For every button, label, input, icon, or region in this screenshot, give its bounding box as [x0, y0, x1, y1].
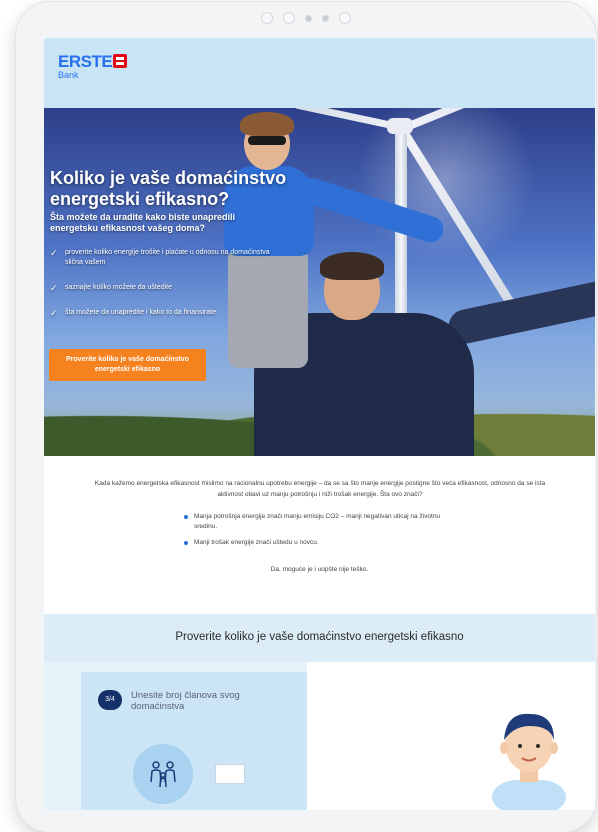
page-screen: ERSTE Bank Koliko je vaše domaćinstvo en…	[44, 38, 595, 810]
closing-text: Da, moguće je i uopšte nije teško.	[270, 566, 369, 573]
child-sunglasses	[248, 136, 286, 145]
logo-text: ERSTE	[58, 52, 113, 71]
advisor-avatar	[492, 713, 566, 810]
logo-sub: Bank	[58, 70, 79, 80]
benefits-list: Manja potrošnja energije znači manju emi…	[184, 512, 444, 554]
check-icon: ✓	[50, 248, 58, 258]
benefit-item-text: Manji trošak energije znači uštedu u nov…	[194, 539, 319, 546]
checklist-item: ✓ saznajte koliko možete da uštedite	[50, 283, 270, 293]
checklist-item: ✓ proverite koliko energije trošite i pla…	[50, 248, 270, 268]
logo-mark-icon	[113, 54, 128, 68]
erste-bank-logo[interactable]: ERSTE Bank	[58, 52, 128, 80]
check-efficiency-button[interactable]: Proverite koliko je vaše domaćinstvo ene…	[49, 349, 206, 381]
hero-section: Koliko je vaše domaćinstvo energetski ef…	[44, 108, 595, 456]
checklist-item: ✓ šta možete da unapredite i kako to da f…	[50, 308, 270, 318]
camera-dot	[339, 12, 351, 24]
man-arm	[445, 269, 595, 347]
camera-row	[16, 12, 596, 24]
checklist-item-text: proverite koliko energije trošite i plać…	[65, 249, 270, 266]
step-badge: 3/4	[98, 690, 122, 710]
checklist-item-text: šta možete da unapredite i kako to da fi…	[65, 309, 216, 316]
checklist-item-text: saznajte koliko možete da uštedite	[65, 284, 173, 291]
household-members-input[interactable]	[215, 764, 245, 784]
camera-dot	[283, 12, 295, 24]
hero-subtitle: Šta možete da uradite kako biste unapred…	[50, 212, 236, 233]
intro-paragraph: Kada kažemo energetska efikasnost mislim…	[94, 480, 546, 498]
hero-checklist: ✓ proverite koliko energije trošite i pla…	[50, 248, 270, 333]
benefit-item-text: Manja potrošnja energije znači manju emi…	[194, 513, 441, 530]
camera-dot	[261, 12, 273, 24]
family-icon	[133, 744, 193, 804]
camera-dot	[322, 14, 329, 22]
benefit-item: Manja potrošnja energije znači manju emi…	[184, 512, 444, 532]
question-text: Unesite broj članova svog domaćinstva	[131, 690, 240, 712]
bullet-dot-icon	[184, 541, 188, 545]
family-glyph	[150, 761, 176, 788]
check-icon: ✓	[50, 283, 58, 293]
benefit-item: Manji trošak energije znači uštedu u nov…	[184, 538, 444, 548]
camera-dot	[305, 14, 312, 22]
intro-section: Kada kažemo energetska efikasnost mislim…	[44, 456, 595, 614]
check-icon: ✓	[50, 308, 58, 318]
child-hair	[240, 112, 294, 136]
calculator-header: Proverite koliko je vaše domaćinstvo ene…	[44, 614, 595, 662]
wind-turbine-hub	[387, 118, 413, 134]
hero-sky-glow	[355, 108, 535, 268]
calculator-title: Proverite koliko je vaše domaćinstvo ene…	[175, 631, 464, 643]
question-card: 3/4 Unesite broj članova svog domaćinstv…	[81, 672, 307, 810]
site-header: ERSTE Bank	[44, 38, 595, 108]
bullet-dot-icon	[184, 515, 188, 519]
hero-title: Koliko je vaše domaćinstvo energetski ef…	[50, 168, 287, 209]
